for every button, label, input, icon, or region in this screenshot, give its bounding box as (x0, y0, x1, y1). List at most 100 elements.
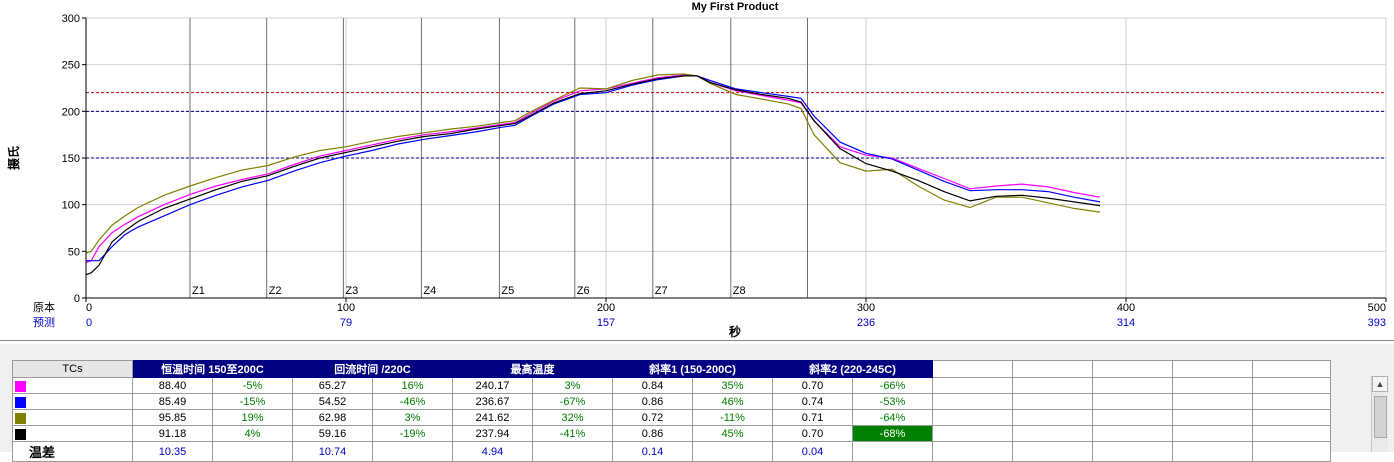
percent-cell: -67% (532, 393, 613, 410)
x-tick-label: 300 (857, 302, 875, 314)
value-cell: 241.62 (452, 409, 533, 426)
value-cell: 237.94 (452, 425, 533, 442)
summary-table-panel: TCs 恒温时间 150至200C 回流时间 /220C 最高温度 斜率1 (150-2… (0, 344, 1394, 462)
value-cell: 59.16 (292, 425, 373, 442)
percent-cell: -11% (692, 409, 773, 426)
empty-cell (932, 425, 1013, 442)
x-tick-label: 500 (1368, 302, 1386, 314)
empty-cell (1172, 377, 1253, 394)
percent-cell: -66% (852, 377, 933, 394)
zone-label: Z8 (733, 285, 746, 297)
table-row: 95.85 19% 62.98 3% 241.62 32% 0.72 -11% 0.71 -64% (12, 409, 1331, 426)
zone-label: Z6 (577, 285, 590, 297)
x-tick-label-predicted: 79 (340, 317, 352, 329)
zone-label: Z7 (655, 285, 668, 297)
x-row-label-original: 原本 (33, 300, 55, 314)
value-cell: 240.17 (452, 377, 533, 394)
table-row: 88.40 -5% 65.27 16% 240.17 3% 0.84 35% 0.70 -66% (12, 377, 1331, 394)
value-cell: 91.18 (132, 425, 213, 442)
table-scrollbar[interactable]: ▲ (1371, 376, 1388, 452)
tc-color-cell (12, 425, 133, 442)
empty-cell (932, 360, 1013, 378)
percent-cell: 35% (692, 377, 773, 394)
series-line (86, 75, 1101, 262)
tc-color-swatch (15, 381, 26, 392)
empty-cell (932, 393, 1013, 410)
tc-color-cell (12, 377, 133, 394)
x-tick-label-predicted: 157 (597, 317, 615, 329)
y-tick-label: 100 (62, 200, 80, 212)
series-lines (85, 73, 1101, 276)
tc-color-swatch (15, 397, 26, 408)
x-row-label-predicted: 预测 (33, 316, 55, 329)
scroll-thumb[interactable] (1374, 396, 1387, 438)
profile-chart: My First Product 摄氏 秒 原本 预测 Z1 Z2 Z3 Z4 Z5 Z6… (6, 1, 1387, 339)
empty-cell (1092, 425, 1173, 442)
empty-cell (1092, 393, 1173, 410)
x-tick-label: 200 (597, 302, 615, 314)
value-cell: 0.70 (772, 425, 853, 442)
table-header-row: TCs 恒温时间 150至200C 回流时间 /220C 最高温度 斜率1 (150-2… (12, 360, 1331, 378)
empty-cell (1252, 409, 1331, 426)
empty-cell (1172, 409, 1253, 426)
y-tick-label: 0 (74, 293, 80, 305)
empty-cell (1012, 425, 1093, 442)
tc-color-cell (12, 409, 133, 426)
percent-cell: 3% (372, 409, 453, 426)
percent-cell: -64% (852, 409, 933, 426)
percent-cell: -41% (532, 425, 613, 442)
x-tick-label: 100 (337, 302, 355, 314)
percent-cell: 4% (212, 425, 293, 442)
percent-cell: -68% (852, 425, 933, 442)
y-tick-label: 300 (62, 13, 80, 25)
tc-color-cell (12, 393, 133, 410)
y-tick-label: 150 (62, 153, 80, 165)
column-header: 回流时间 /220C (292, 360, 453, 378)
value-cell: 0.84 (612, 377, 693, 394)
value-cell: 54.52 (292, 393, 373, 410)
x-tick-label: 0 (86, 302, 92, 314)
series-line (85, 73, 1101, 254)
tick-labels: 0501001502002503000010079200157300236400… (62, 13, 1387, 329)
percent-cell: 46% (692, 393, 773, 410)
zone-label: Z1 (192, 285, 205, 297)
empty-cell (932, 377, 1013, 394)
percent-cell: 19% (212, 409, 293, 426)
y-tick-label: 50 (68, 246, 80, 258)
value-cell: 85.49 (132, 393, 213, 410)
empty-cell (1092, 377, 1173, 394)
reference-lines (86, 92, 1386, 159)
empty-cell (1092, 360, 1173, 378)
chart-title: My First Product (692, 1, 779, 13)
column-header: 斜率1 (150-200C) (612, 360, 773, 378)
y-tick-label: 250 (62, 60, 80, 72)
zone-label: Z4 (423, 285, 436, 297)
zone-label: Z3 (345, 285, 358, 297)
zone-label: Z2 (269, 285, 282, 297)
y-axis-label: 摄氏 (6, 146, 21, 170)
percent-cell: 16% (372, 377, 453, 394)
empty-cell (1012, 409, 1093, 426)
empty-cell (1172, 393, 1253, 410)
summary-table: TCs 恒温时间 150至200C 回流时间 /220C 最高温度 斜率1 (150-2… (12, 360, 1331, 462)
table-row: 85.49 -15% 54.52 -46% 236.67 -67% 0.86 46% 0.74-… (12, 393, 1331, 410)
column-header: 恒温时间 150至200C (132, 360, 293, 378)
percent-cell: -53% (852, 393, 933, 410)
percent-cell: 32% (532, 409, 613, 426)
series-line (85, 74, 1101, 264)
table-row: 91.18 4% 59.16 -19% 237.94 -41% 0.86 45% 0.70 -68… (12, 425, 1331, 442)
percent-cell: -19% (372, 425, 453, 442)
value-cell: 0.86 (612, 393, 693, 410)
zone-label: Z5 (501, 285, 514, 297)
percent-cell: -15% (212, 393, 293, 410)
y-tick-label: 200 (62, 106, 80, 118)
scroll-up-arrow-icon[interactable]: ▲ (1372, 376, 1388, 392)
value-cell: 0.86 (612, 425, 693, 442)
tc-color-swatch (15, 413, 26, 424)
empty-cell (932, 409, 1013, 426)
empty-cell (1172, 360, 1253, 378)
empty-cell (1092, 409, 1173, 426)
empty-cell (1252, 377, 1331, 394)
empty-cell (1252, 360, 1331, 378)
empty-cell (1012, 393, 1093, 410)
